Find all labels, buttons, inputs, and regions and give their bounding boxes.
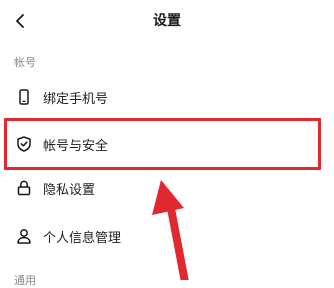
section-label-account: 帐号 [14, 56, 36, 69]
page-title: 设置 [153, 13, 181, 29]
settings-item-label: 个人信息管理 [43, 230, 122, 246]
phone-icon [15, 88, 33, 106]
settings-item-personal-info[interactable]: 个人信息管理 [0, 214, 334, 258]
section-label-general: 通用 [14, 274, 36, 287]
settings-item-privacy[interactable]: 隐私设置 [0, 166, 334, 210]
settings-item-label: 隐私设置 [43, 182, 96, 198]
lock-icon [15, 179, 33, 197]
settings-item-bind-phone[interactable]: 绑定手机号 [0, 75, 334, 119]
shield-check-icon [15, 135, 33, 153]
settings-item-label: 绑定手机号 [43, 91, 109, 107]
person-icon [15, 227, 33, 245]
settings-item-account-security[interactable]: 帐号与安全 [0, 122, 334, 166]
header: 设置 [0, 0, 334, 42]
settings-item-label: 帐号与安全 [43, 138, 109, 154]
